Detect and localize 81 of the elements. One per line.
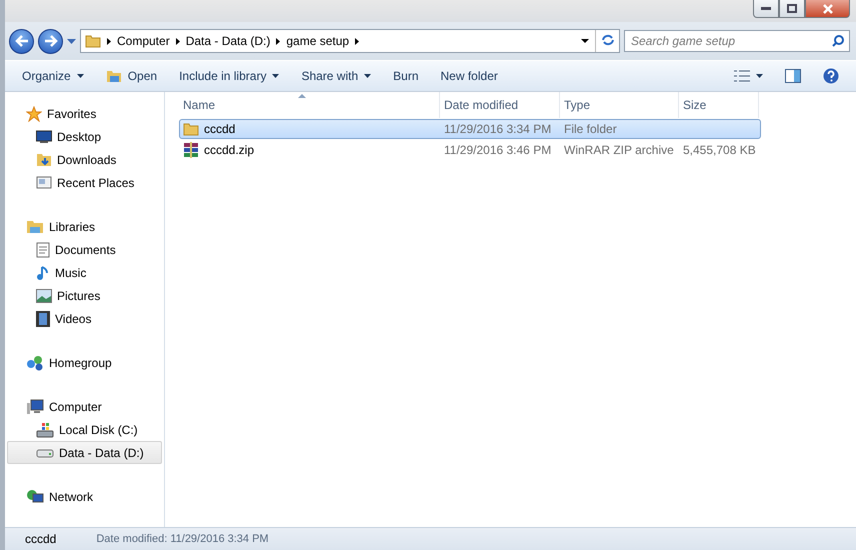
document-icon <box>36 242 50 258</box>
breadcrumb-arrow-icon <box>355 38 360 44</box>
picture-icon <box>36 288 52 302</box>
sidebar-item[interactable]: Pictures <box>7 284 162 307</box>
date-modified-text: Date modified: 11/29/2016 3:34 PM <box>96 533 269 545</box>
breadcrumb-item[interactable]: Computer <box>117 34 170 48</box>
address-bar[interactable]: Computer Data - Data (D:) game setup <box>80 29 620 53</box>
table-cell-text: 11/29/2016 3:46 PM <box>443 142 552 159</box>
refresh-icon <box>600 34 614 46</box>
sidebar-item[interactable]: Recent Places <box>7 171 162 194</box>
film-icon <box>36 310 50 326</box>
sidebar-item[interactable]: Favorites <box>7 102 162 125</box>
breadcrumb-arrow-icon <box>107 38 111 44</box>
toolbar-button[interactable]: Open <box>96 65 166 87</box>
toolbar-button[interactable]: Organize <box>13 65 93 87</box>
toolbar-button[interactable]: Share with <box>292 65 380 87</box>
sidebar-item[interactable]: Music <box>7 261 162 284</box>
minimize-button[interactable] <box>753 0 779 18</box>
back-button[interactable] <box>9 28 34 54</box>
sidebar-item[interactable]: Desktop <box>7 125 162 148</box>
breadcrumb-item[interactable]: game setup <box>286 34 350 48</box>
sidebar-item[interactable]: Network <box>7 485 162 508</box>
sort-arrow-icon <box>298 94 306 98</box>
sidebar-item[interactable]: Videos <box>7 307 162 330</box>
table-cell-text: WinRAR ZIP archive <box>563 142 675 159</box>
download-folder-icon <box>36 152 52 168</box>
dropdown-icon[interactable] <box>581 39 589 43</box>
list-view-icon <box>734 70 750 82</box>
library-icon <box>26 218 44 234</box>
column-header[interactable]: Size <box>679 92 759 118</box>
back-arrow-icon <box>14 35 28 47</box>
sidebar-item[interactable]: Homegroup <box>7 351 162 374</box>
column-header[interactable]: Name <box>179 92 440 118</box>
pane-icon <box>785 69 801 83</box>
sidebar-item[interactable]: Computer <box>7 395 162 418</box>
close-icon <box>822 4 832 14</box>
help-icon <box>823 68 839 84</box>
desktop-icon <box>36 130 52 144</box>
search-field[interactable]: Search game setup <box>624 30 850 52</box>
toolbar-button[interactable]: New folder <box>432 65 507 87</box>
search-icon <box>832 35 844 47</box>
history-dropdown-icon[interactable] <box>67 38 76 44</box>
maximize-button[interactable] <box>779 0 805 18</box>
column-header[interactable]: Type <box>560 92 679 118</box>
table-cell-text: File folder <box>563 121 618 138</box>
recent-places-icon <box>36 174 52 190</box>
close-button[interactable] <box>805 0 850 18</box>
homegroup-icon <box>26 354 44 370</box>
file-row[interactable]: cccdd.zip 11/29/2016 3:46 PM WinRAR ZIP archive 5,455,708 KB <box>179 140 761 160</box>
forward-button[interactable] <box>38 28 63 54</box>
star-icon <box>26 106 42 122</box>
column-header[interactable]: Date modified <box>440 92 560 118</box>
maximize-icon <box>787 4 797 13</box>
archive-books-icon <box>183 142 199 158</box>
folder-icon <box>85 33 101 49</box>
breadcrumb-item[interactable]: Data - Data (D:) <box>186 34 270 48</box>
table-cell-text: 5,455,708 KB <box>682 142 757 159</box>
drive-icon <box>36 448 54 458</box>
sidebar-item[interactable]: Documents <box>7 238 162 261</box>
sidebar-item[interactable]: Libraries <box>7 215 162 238</box>
open-folder-icon <box>106 69 122 83</box>
computer-icon <box>26 398 44 414</box>
system-drive-icon <box>36 422 54 438</box>
network-icon <box>26 488 44 504</box>
breadcrumb-arrow-icon <box>276 38 280 44</box>
table-cell: cccdd.zip <box>180 141 441 159</box>
breadcrumb-arrow-icon <box>176 38 180 44</box>
table-cell: cccdd <box>180 120 441 138</box>
file-row[interactable]: cccdd 11/29/2016 3:34 PM File folder <box>179 119 761 139</box>
sidebar-item[interactable]: Local Disk (C:) <box>7 418 162 441</box>
minimize-icon <box>761 6 771 10</box>
sidebar-item[interactable]: Downloads <box>7 148 162 171</box>
toolbar-button[interactable]: Include in library <box>170 65 288 87</box>
folder-icon <box>183 121 199 137</box>
selected-item-name: cccdd <box>25 532 56 546</box>
caret-icon <box>756 74 763 78</box>
sidebar-item[interactable]: Data - Data (D:) <box>7 441 162 464</box>
toolbar-button[interactable]: Burn <box>384 65 428 87</box>
music-note-icon <box>36 264 50 280</box>
table-cell-text: 11/29/2016 3:34 PM <box>443 121 552 138</box>
forward-arrow-icon <box>44 35 58 47</box>
